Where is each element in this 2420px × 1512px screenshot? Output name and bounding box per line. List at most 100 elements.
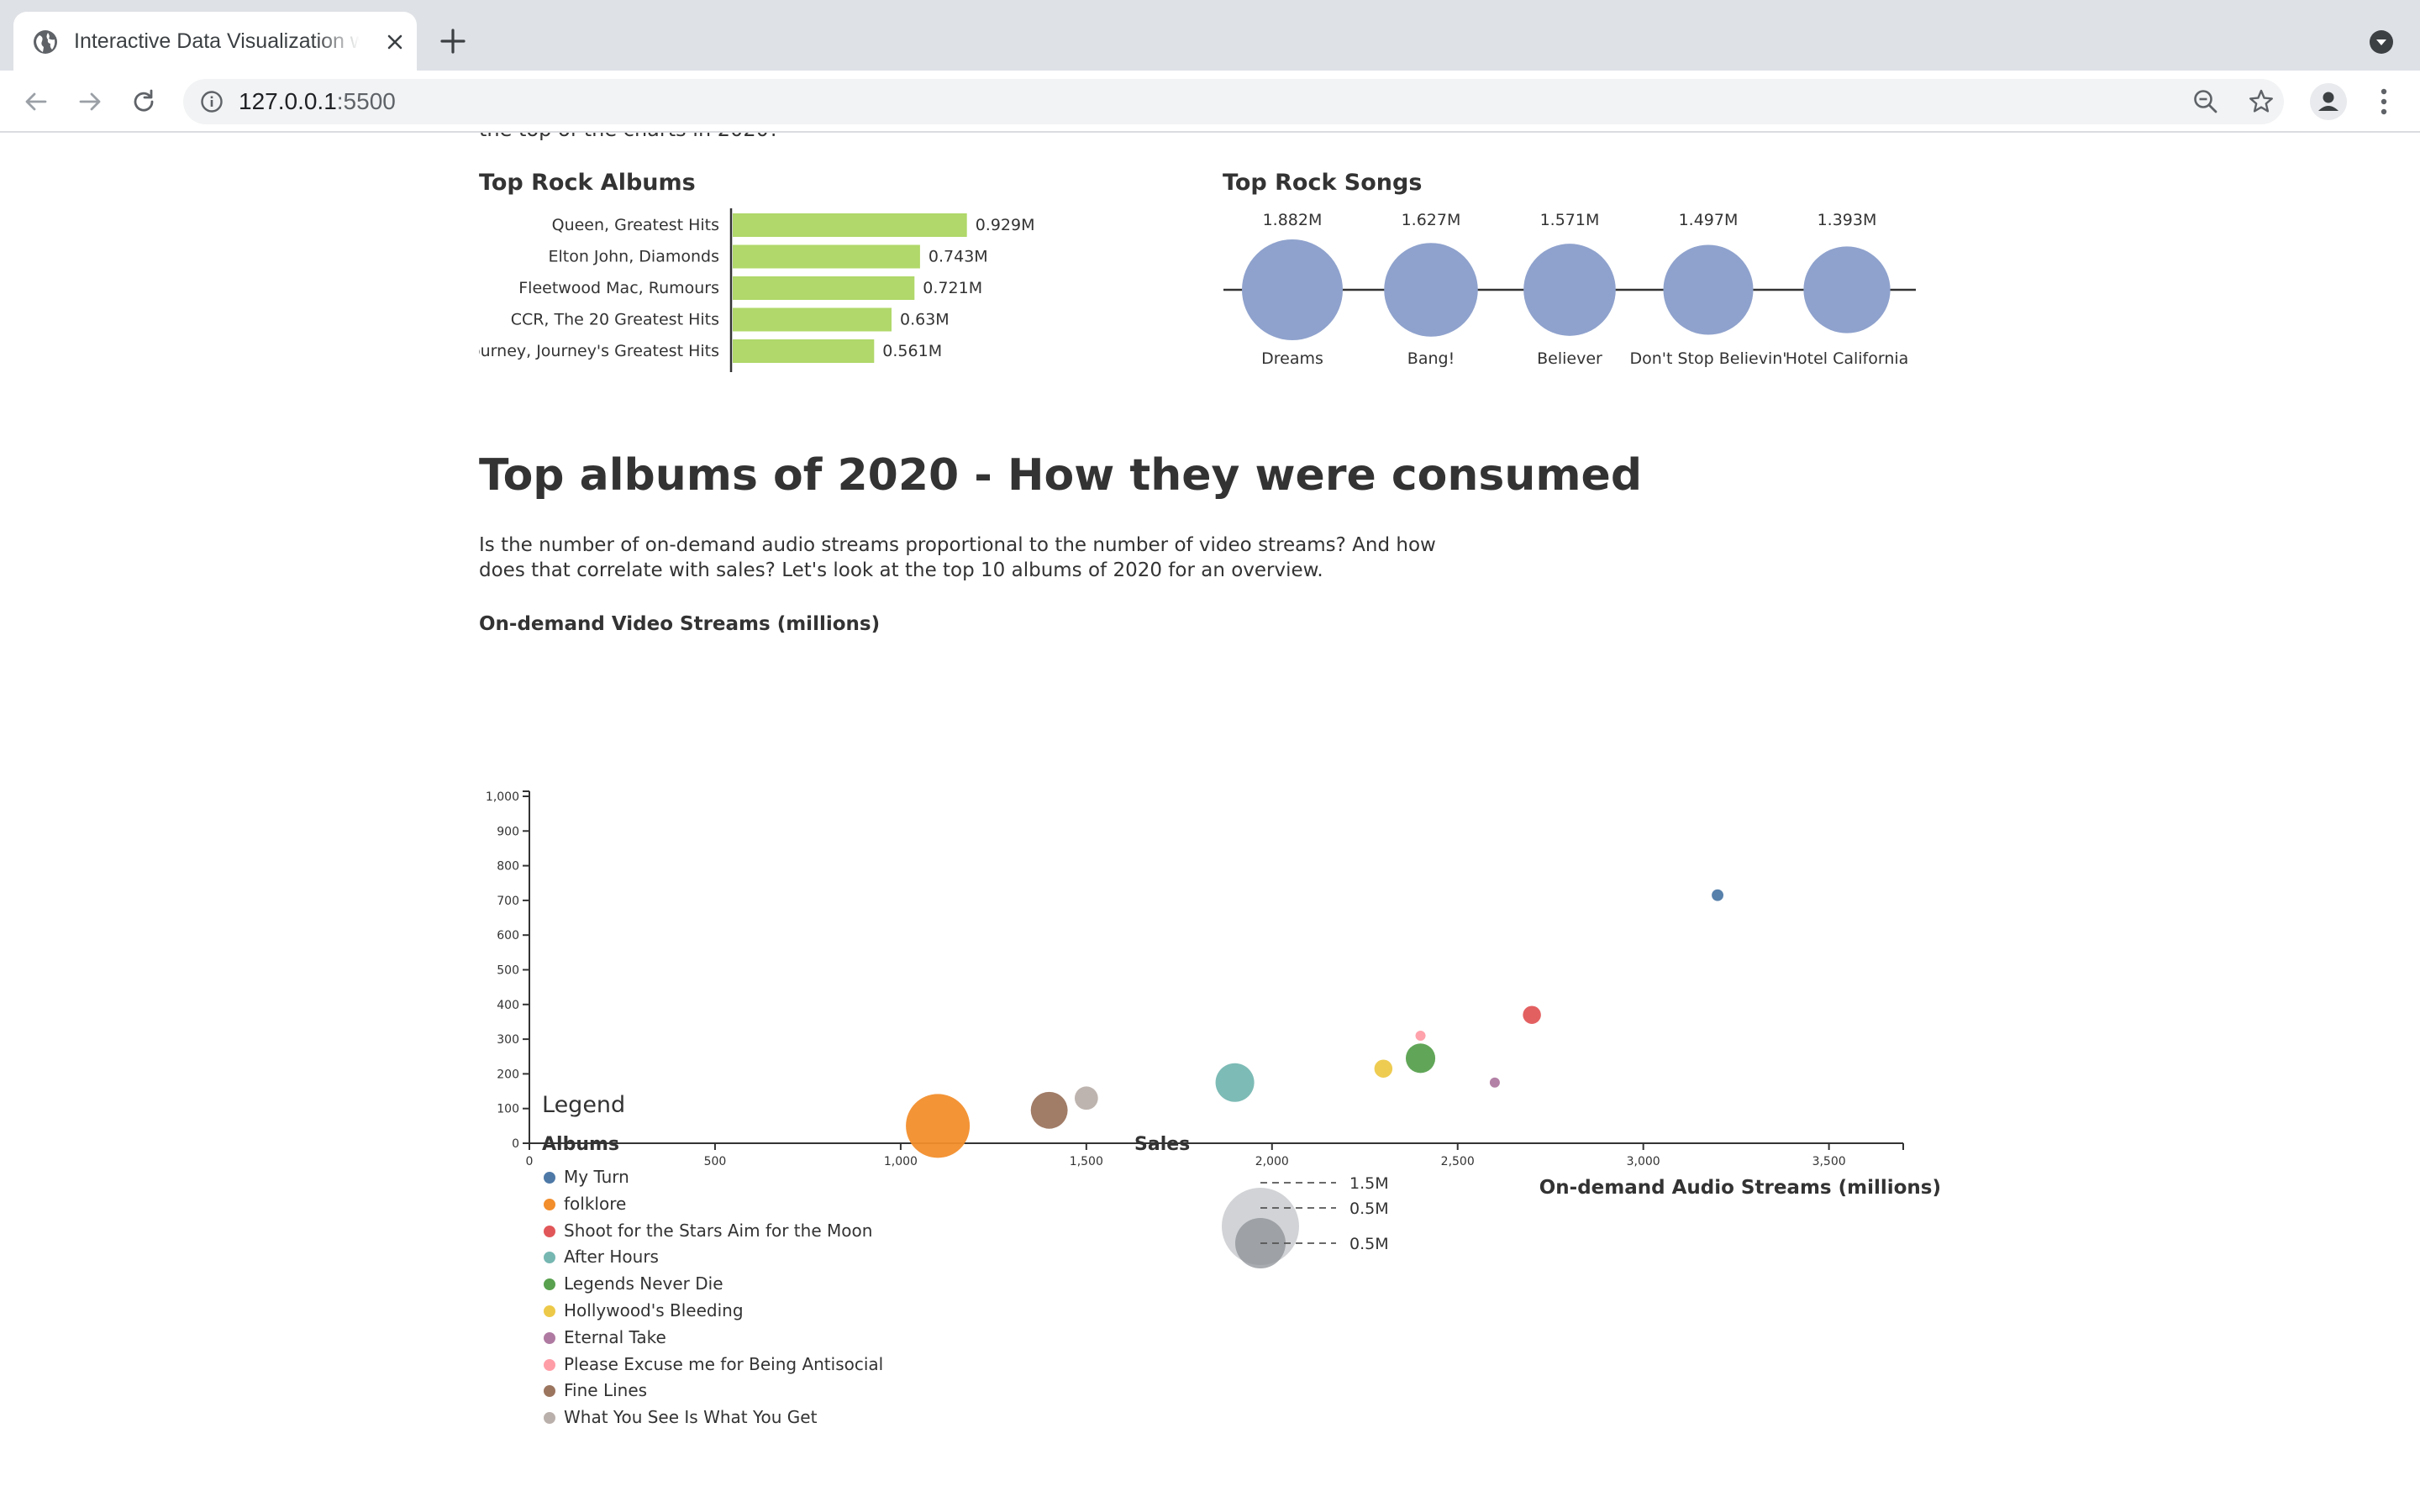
legend-item: Please Excuse me for Being Antisocial <box>542 1352 883 1378</box>
y-tick-label: 500 <box>497 964 519 978</box>
legend-color-dot <box>544 1385 555 1398</box>
album-point <box>1489 1077 1500 1088</box>
song-label: Bang! <box>1407 349 1455 368</box>
legend-item-label: Eternal Take <box>564 1326 666 1347</box>
album-label: Elton John, Diamonds <box>548 248 719 266</box>
song-circle <box>1242 239 1343 340</box>
browser-tab[interactable]: Interactive Data Visualization with D3 <box>13 12 417 71</box>
legend-color-dot <box>544 1198 555 1210</box>
album-bar <box>733 339 875 363</box>
bookmark-star-icon[interactable] <box>2247 87 2275 116</box>
forward-icon[interactable] <box>76 87 104 116</box>
song-label: Hotel California <box>1786 349 1909 368</box>
tab-strip: Interactive Data Visualization with D3 <box>0 0 2420 71</box>
legend-item: My Turn <box>542 1164 883 1191</box>
legend-color-dot <box>544 1278 555 1291</box>
y-tick-label: 0 <box>512 1137 519 1151</box>
y-tick-label: 200 <box>497 1068 519 1081</box>
close-icon[interactable] <box>383 30 407 54</box>
album-value-label: 0.721M <box>923 279 982 297</box>
page-title: Top albums of 2020 - How they were consu… <box>479 450 1643 501</box>
y-tick-label: 800 <box>497 860 519 874</box>
x-tick-label: 0 <box>526 1155 534 1168</box>
legend-color-dot <box>544 1172 555 1184</box>
legend-item-label: After Hours <box>564 1247 659 1268</box>
album-value-label: 0.561M <box>882 342 942 360</box>
legend-item-label: folklore <box>564 1193 627 1214</box>
info-icon[interactable] <box>200 90 224 113</box>
legend-color-dot <box>544 1412 555 1425</box>
y-tick-label: 1,000 <box>486 790 519 804</box>
url-port: :5500 <box>336 88 396 114</box>
album-point <box>1030 1091 1068 1129</box>
legend-item: After Hours <box>542 1244 883 1271</box>
legend-color-dot <box>544 1225 555 1237</box>
x-tick-label: 2,500 <box>1441 1155 1475 1168</box>
album-value-label: 0.929M <box>976 216 1035 234</box>
album-point <box>1405 1043 1436 1074</box>
sales-size-legend: 1.5M 0.5M 0.5M <box>1222 1174 1389 1268</box>
x-tick-label: 1,500 <box>1070 1155 1103 1168</box>
chevron-down-icon[interactable] <box>2368 29 2395 55</box>
song-value-label: 1.571M <box>1540 211 1600 229</box>
sales-legend-label: 0.5M <box>1349 1235 1389 1253</box>
page-content: the top of the charts in 2020? Top Rock … <box>0 133 2420 1512</box>
y-axis-title: On-demand Video Streams (millions) <box>479 613 881 635</box>
album-point <box>1374 1059 1393 1078</box>
legend-item-label: What You See Is What You Get <box>564 1407 818 1428</box>
zoom-out-icon[interactable] <box>2191 87 2220 116</box>
profile-avatar-icon[interactable] <box>2309 82 2348 121</box>
album-bar <box>733 307 892 332</box>
more-menu-icon[interactable] <box>2371 86 2396 118</box>
x-tick-label: 2,000 <box>1255 1155 1289 1168</box>
albums-legend: My Turn folklore Shoot for the Stars Aim f… <box>542 1164 883 1431</box>
back-icon[interactable] <box>22 87 50 116</box>
legend-title: Legend <box>542 1092 626 1118</box>
song-circle <box>1663 244 1754 335</box>
intro-paragraph: Is the number of on-demand audio streams… <box>479 534 1436 581</box>
song-value-label: 1.393M <box>1818 211 1877 229</box>
album-label: CCR, The 20 Greatest Hits <box>511 311 719 329</box>
url-host: 127.0.0.1 <box>239 88 337 114</box>
new-tab-icon[interactable] <box>437 25 469 57</box>
url-text: 127.0.0.1:5500 <box>239 87 396 116</box>
y-tick-label: 100 <box>497 1103 519 1116</box>
album-value-label: 0.63M <box>900 311 950 329</box>
album-point <box>906 1094 971 1158</box>
legend-item: folklore <box>542 1191 883 1218</box>
browser-toolbar: 127.0.0.1:5500 <box>0 71 2420 133</box>
legend-color-dot <box>544 1252 555 1264</box>
song-value-label: 1.497M <box>1679 211 1739 229</box>
album-point <box>1523 1005 1541 1024</box>
legend-item-label: My Turn <box>564 1167 629 1187</box>
y-tick-label: 400 <box>497 999 519 1012</box>
top-rock-songs-chart: 1.882M Dreams 1.627M Bang! 1.571M Believer 1.4… <box>1223 211 1916 368</box>
legend-item-label: Hollywood's Bleeding <box>564 1299 744 1320</box>
legend-item: Legends Never Die <box>542 1271 883 1298</box>
legend-item-label: Legends Never Die <box>564 1273 723 1294</box>
legend-albums-title: Albums <box>542 1134 619 1155</box>
y-tick-label: 300 <box>497 1033 519 1047</box>
globe-icon <box>34 30 57 54</box>
album-bar <box>733 213 967 237</box>
album-point <box>1215 1063 1255 1102</box>
legend-item-label: Fine Lines <box>564 1380 648 1401</box>
song-value-label: 1.882M <box>1263 211 1323 229</box>
legend-item: What You See Is What You Get <box>542 1404 883 1431</box>
x-axis-title: On-demand Audio Streams (millions) <box>1539 1177 1941 1199</box>
album-label: Fleetwood Mac, Rumours <box>518 279 719 297</box>
song-value-label: 1.627M <box>1402 211 1461 229</box>
x-tick-label: 3,000 <box>1627 1155 1660 1168</box>
top-rock-albums-chart: Queen, Greatest Hits 0.929M Elton John, Di… <box>479 208 1035 372</box>
legend-color-dot <box>544 1331 555 1344</box>
x-tick-label: 3,500 <box>1812 1155 1846 1168</box>
address-bar[interactable]: 127.0.0.1:5500 <box>183 79 2284 124</box>
sales-legend-label: 0.5M <box>1349 1200 1389 1218</box>
legend-item: Hollywood's Bleeding <box>542 1298 883 1325</box>
song-circle <box>1803 246 1891 333</box>
album-bar <box>733 244 920 269</box>
legend-item-label: Shoot for the Stars Aim for the Moon <box>564 1220 873 1241</box>
reload-icon[interactable] <box>129 87 158 116</box>
legend-item: Eternal Take <box>542 1325 883 1352</box>
album-point <box>1712 889 1723 901</box>
